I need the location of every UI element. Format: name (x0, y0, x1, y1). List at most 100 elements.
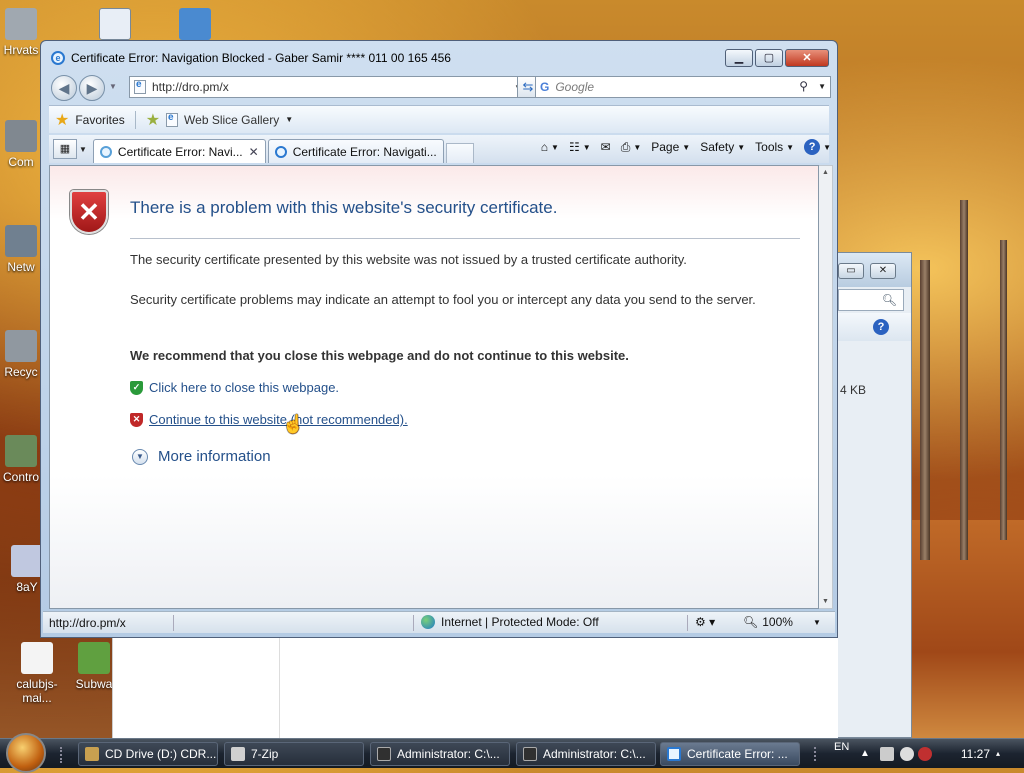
taskbar-item-label: Administrator: C:\... (543, 747, 646, 761)
favorites-star-icon[interactable]: ★ (55, 110, 69, 130)
continue-link-text: Continue to this website (not recommende… (149, 412, 408, 427)
history-dropdown-icon[interactable]: ▼ (109, 82, 117, 91)
network-icon[interactable] (880, 747, 894, 761)
scroll-down-icon[interactable]: ▼ (819, 598, 832, 605)
tab-list-dropdown-icon[interactable]: ▼ (79, 145, 87, 154)
desktop-icon[interactable] (160, 8, 230, 43)
taskbar-item-cmd-2[interactable]: Administrator: C:\... (516, 742, 656, 766)
feeds-button[interactable]: ☷ ▼ (569, 140, 591, 154)
minimize-button[interactable]: ▁ (725, 49, 753, 67)
address-bar[interactable]: http://dro.pm/x ▼ (129, 76, 527, 98)
chevron-down-icon: ▼ (823, 142, 831, 152)
rss-icon: ☷ (568, 140, 580, 154)
chevron-down-icon: ▼ (786, 142, 795, 152)
clock-chevron-icon[interactable]: ▴ (996, 749, 1000, 758)
status-url: http://dro.pm/x (49, 616, 126, 630)
language-indicator[interactable]: EN (834, 741, 849, 753)
page-menu[interactable]: Page ▼ (651, 140, 690, 154)
antivirus-icon[interactable] (918, 747, 932, 761)
tab-label: Certificate Error: Navi... (117, 144, 243, 159)
globe-icon (421, 615, 435, 629)
more-information-toggle[interactable]: ▼ More information (132, 448, 271, 465)
close-button[interactable]: ✕ (785, 49, 829, 67)
popup-settings-icon[interactable]: ⚙ ▾ (695, 615, 715, 629)
error-shield-icon: ✕ (70, 190, 108, 234)
maximize-button[interactable]: ▢ (755, 49, 783, 67)
volume-icon[interactable] (900, 747, 914, 761)
wallpaper-tree (920, 260, 930, 560)
continue-to-website-link[interactable]: ✕ Continue to this website (not recommen… (130, 412, 408, 427)
zoom-control[interactable]: 🔍︎ 100% ▼ (743, 615, 821, 629)
system-tray: EN ▲ 11:27 ▴ (814, 739, 1024, 769)
close-tab-icon[interactable]: ✕ (249, 145, 259, 159)
page-content: ✕ There is a problem with this website's… (49, 165, 819, 609)
more-information-label: More information (158, 448, 271, 465)
command-prompt-icon (523, 747, 537, 761)
network-icon (5, 225, 37, 257)
chevron-down-icon: ▼ (737, 142, 746, 152)
search-options-icon[interactable]: ▼ (818, 82, 826, 91)
taskbar-item-cd-drive[interactable]: CD Drive (D:) CDR... (78, 742, 218, 766)
browser-window[interactable]: e Certificate Error: Navigation Blocked … (40, 40, 838, 638)
close-webpage-link[interactable]: ✓ Click here to close this webpage. (130, 380, 339, 395)
taskbar-item-label: Administrator: C:\... (397, 747, 500, 761)
taskbar-item-ie[interactable]: Certificate Error: ... (660, 742, 800, 766)
divider (687, 615, 688, 631)
background-window-body (112, 638, 912, 738)
scroll-up-icon[interactable]: ▲ (819, 169, 832, 176)
favorites-bar: ★ Favorites ★ Web Slice Gallery ▼ (49, 105, 829, 133)
home-button[interactable]: ⌂ ▼ (541, 140, 559, 154)
search-input[interactable]: 🔍︎ (838, 289, 904, 311)
page-icon (134, 79, 146, 94)
background-window-titlebar[interactable]: ▭ ✕ (838, 253, 911, 287)
search-icon[interactable]: ⚲ (799, 79, 808, 93)
page-menu-label: Page (651, 140, 680, 154)
ie-icon (274, 145, 287, 158)
start-button[interactable] (6, 733, 46, 773)
file-icon (21, 642, 53, 674)
tab-certificate-error-1[interactable]: Certificate Error: Navi... ✕ (92, 139, 266, 163)
desktop-icon-label: Com (8, 155, 34, 169)
chevron-down-icon: ▼ (582, 142, 591, 152)
read-mail-button[interactable]: ✉ (601, 140, 611, 154)
tab-certificate-error-2[interactable]: Certificate Error: Navigati... (267, 139, 444, 163)
new-tab-button[interactable] (445, 143, 474, 163)
add-favorites-icon[interactable]: ★ (146, 110, 160, 130)
desktop-icon[interactable]: calubjs-mai... (2, 642, 72, 705)
drive-icon (85, 747, 99, 761)
tools-menu[interactable]: Tools ▼ (755, 140, 794, 154)
recycle-bin-icon (5, 330, 37, 362)
back-button[interactable]: ◀ (51, 75, 77, 101)
vertical-scrollbar[interactable]: ▲ ▼ (819, 165, 833, 609)
tray-expand-icon[interactable]: ▲ (860, 748, 870, 759)
taskbar-item-cmd-1[interactable]: Administrator: C:\... (370, 742, 510, 766)
safety-menu[interactable]: Safety ▼ (700, 140, 745, 154)
background-explorer-window[interactable]: ▭ ✕ 🔍︎ ? 4 KB (838, 252, 912, 738)
zoom-icon: 🔍︎ (743, 615, 759, 629)
desktop-icon-label: Subwa (75, 677, 113, 691)
file-size: 4 KB (840, 383, 867, 397)
quick-tabs-icon[interactable]: ▦ (53, 139, 77, 159)
favorites-button[interactable]: Favorites (75, 113, 124, 127)
red-shield-icon: ✕ (130, 412, 143, 427)
desktop-icon[interactable] (80, 8, 150, 43)
help-menu[interactable]: ? ▼ (804, 139, 831, 155)
chevron-down-icon[interactable]: ▼ (285, 115, 293, 124)
chevron-down-icon: ▼ (551, 142, 559, 152)
window-controls: ▁ ▢ ✕ (725, 49, 829, 67)
search-box[interactable]: G Google ⚲ ▼ (535, 76, 831, 98)
window-title-text: Certificate Error: Navigation Blocked - … (71, 51, 451, 65)
divider (173, 615, 174, 631)
help-icon[interactable]: ? (873, 319, 889, 335)
close-button[interactable]: ✕ (870, 263, 896, 279)
web-slice-gallery[interactable]: Web Slice Gallery (184, 113, 279, 127)
search-icon: 🔍︎ (881, 293, 897, 307)
taskbar-grip[interactable] (60, 747, 66, 763)
forward-button[interactable]: ▶ (79, 75, 105, 101)
security-zone[interactable]: Internet | Protected Mode: Off (421, 615, 599, 629)
clock[interactable]: 11:27 (961, 747, 990, 761)
maximize-button[interactable]: ▭ (838, 263, 864, 279)
print-button[interactable]: ⎙ ▼ (621, 140, 642, 155)
taskbar-item-7zip[interactable]: 7-Zip (224, 742, 364, 766)
green-shield-icon: ✓ (130, 380, 143, 395)
